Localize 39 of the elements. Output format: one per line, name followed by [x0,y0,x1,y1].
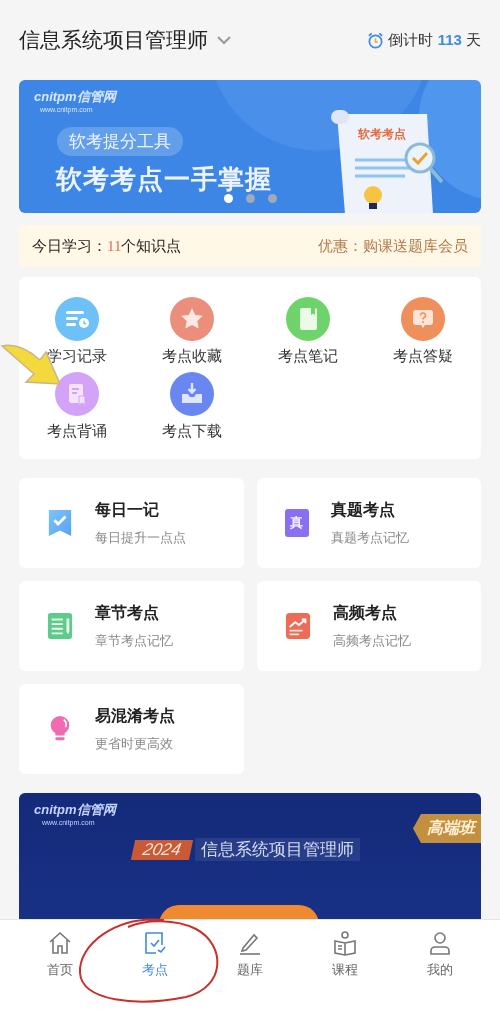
course-title[interactable]: 信息系统项目管理师 [19,26,208,54]
tool-label[interactable]: 考点背诵 [46,422,107,441]
card-title: 真题考点 [330,499,396,520]
card-title: 高频考点 [332,602,398,623]
nav-tab[interactable]: 我的 [410,928,471,1016]
card-title: 每日一记 [95,499,160,520]
nav-tab[interactable]: 首页 [29,928,90,1016]
card-subtitle: 真题考点记忆 [330,528,409,547]
feature-card[interactable]: 章节考点 章节考点记忆 [19,581,244,671]
card-subtitle: 高频考点记忆 [332,631,411,650]
promo-link[interactable]: 优惠：购课送题库会员 [318,236,468,256]
card-title: 易混淆考点 [95,705,175,726]
nav-tab[interactable]: 题库 [219,928,280,1016]
exam-name: 信息系统项目管理师 [194,838,360,861]
tool-label[interactable]: 学习记录 [46,347,107,366]
feature-card[interactable]: 高频考点 高频考点记忆 [256,581,481,671]
tool-label[interactable]: 考点收藏 [162,347,223,366]
card-subtitle: 章节考点记忆 [95,631,173,650]
feature-card[interactable]: 每日一记 每日提升一点点 [19,478,244,568]
banner-headline: 软考考点一手掌握 [56,163,272,196]
tool-label[interactable]: 考点笔记 [277,347,338,366]
tool-label[interactable]: 考点答疑 [393,347,454,366]
nav-tab[interactable]: 考点 [124,928,185,1016]
banner-tag: 软考提分工具 [57,127,183,156]
year-label: 2024 [130,839,193,860]
brand-logo: cnitpm信管网 [34,88,116,106]
feature-card[interactable]: 真 真题考点 真题考点记忆 [256,478,481,568]
class-badge: 高端班 [413,814,481,843]
study-summary: 今日学习：11个知识点 [32,236,182,256]
tool-label[interactable]: 考点下载 [162,422,223,441]
feature-card[interactable]: 易混淆考点 更省时更高效 [19,684,244,774]
card-subtitle: 更省时更高效 [95,734,174,753]
brand-logo: cnitpm信管网 [34,801,116,819]
clipboard-icon: 真 [284,509,309,537]
countdown-text: 倒计时 113 天 [388,30,481,50]
card-subtitle: 每日提升一点点 [95,528,186,547]
card-title: 章节考点 [95,602,160,623]
document-heading: 软考考点 [358,126,406,143]
nav-tab[interactable]: 课程 [315,928,376,1016]
